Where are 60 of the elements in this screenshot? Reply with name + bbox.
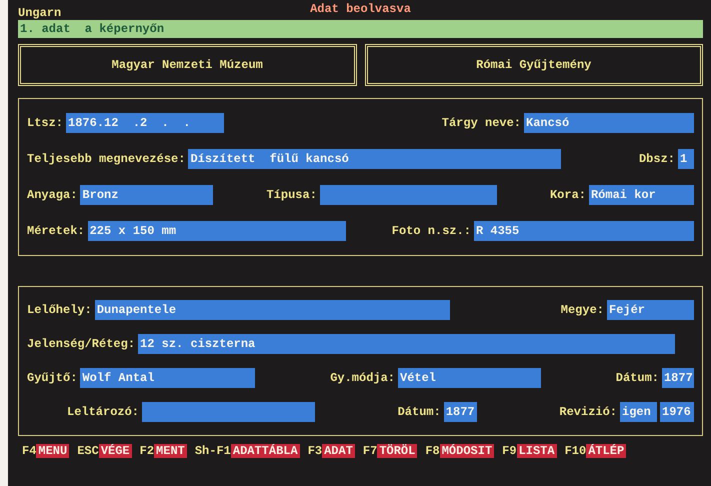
key-label: F9 [502,444,517,458]
message-bar: 1. adat a képernyőn [18,20,703,38]
key-label: F7 [362,444,378,458]
field-label: Tárgy neve: [442,116,521,130]
function-key-action[interactable]: LISTA [516,444,557,458]
input-field[interactable]: Kancsó [524,113,694,133]
input-field[interactable]: Római kor [588,185,694,205]
input-field[interactable]: 1976 [660,402,694,422]
input-field[interactable]: 1877 [444,402,477,422]
input-field[interactable]: 1877 [662,368,694,388]
function-key-action[interactable]: MENU [36,444,70,458]
function-key-action[interactable]: ADAT [322,444,355,458]
function-key-action[interactable]: ÁTLÉP [586,444,626,458]
field-label: Revizió: [559,405,617,419]
input-field[interactable]: igen [620,402,657,422]
status-message: Adat beolvasva [309,2,412,16]
key-label: F10 [564,444,586,458]
key-label: F2 [140,444,154,458]
key-label: ESC [77,444,99,458]
input-field[interactable] [320,185,497,205]
field-label: Ltsz: [27,116,64,130]
input-field[interactable]: Bronz [80,185,214,205]
field-label: Leltározó: [67,405,140,419]
key-label: F8 [425,444,440,458]
record-group-title: Ungarn [18,6,62,20]
field-label: Típusa: [266,188,317,202]
input-field[interactable]: 1 [678,149,694,169]
field-label: Jelenség/Réteg: [27,337,136,351]
key-label: Sh-F1 [194,444,231,458]
collection-title: Római Gyűjtemény [364,44,703,86]
field-label: Megye: [560,303,604,317]
input-field[interactable]: Vétel [398,368,541,388]
field-label: Anyaga: [27,188,78,202]
field-label: Dátum: [398,405,441,419]
function-key-action[interactable]: VÉGE [98,444,132,458]
input-field[interactable]: Díszített fülű kancsó [188,149,562,169]
key-label: F4 [22,444,36,458]
function-key-action[interactable]: MÓDOSIT [440,444,494,458]
input-field[interactable]: 1876.12 .2 . . [66,113,224,133]
input-field[interactable]: Fejér [607,300,694,320]
input-field[interactable]: 225 x 150 mm [88,221,346,241]
input-field[interactable]: Wolf Antal [80,368,256,388]
input-field[interactable] [142,402,316,422]
input-field[interactable]: Dunapentele [94,300,450,320]
field-label: Dbsz: [638,152,675,166]
field-label: Gy.módja: [330,371,395,385]
function-key-action[interactable]: TÖRÖL [377,444,418,458]
field-label: Teljesebb megnevezése: [27,152,186,166]
function-key-action[interactable]: MENT [154,444,187,458]
field-label: Méretek: [27,224,85,238]
input-field[interactable]: 12 sz. ciszterna [138,334,676,354]
field-label: Dátum: [616,371,659,385]
field-label: Foto n.sz.: [392,224,471,238]
field-label: Lelőhely: [27,303,92,317]
field-label: Kora: [550,188,586,202]
field-label: Gyűjtő: [27,371,78,385]
input-field[interactable]: R 4355 [474,221,694,241]
function-key-action[interactable]: ADATTÁBLA [230,444,300,458]
collection-title: Magyar Nemzeti Múzeum [18,44,356,86]
key-label: F3 [308,444,322,458]
